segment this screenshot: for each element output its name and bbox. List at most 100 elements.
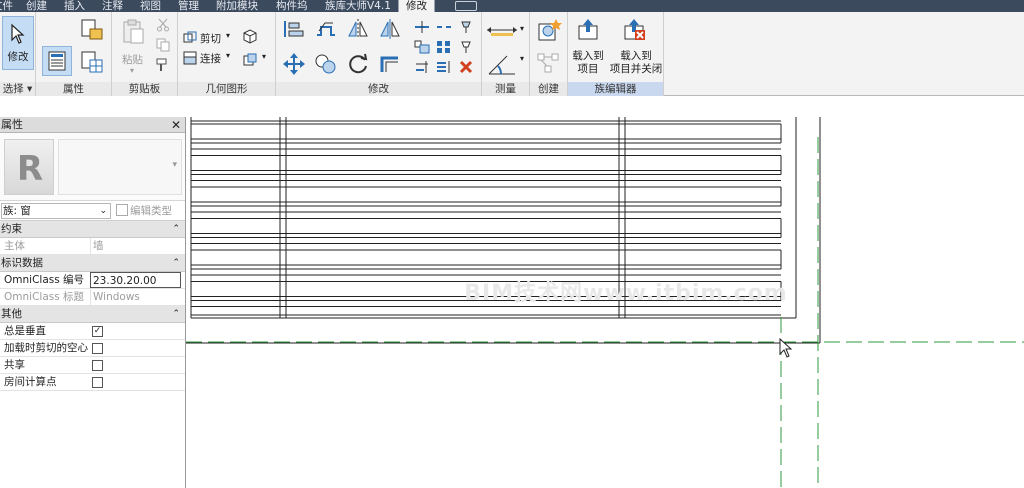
unpin-button[interactable] xyxy=(456,38,476,56)
family-types-button[interactable] xyxy=(78,48,106,76)
create-similar-button[interactable] xyxy=(534,16,564,44)
cut-button[interactable] xyxy=(154,16,172,34)
delete-button[interactable] xyxy=(456,58,476,76)
property-cut-with-voids: 加载时剪切的空心 xyxy=(0,340,185,357)
rotate-button[interactable] xyxy=(344,50,372,78)
scale-button[interactable] xyxy=(412,38,432,56)
tab-file[interactable]: 文件 xyxy=(0,0,13,12)
copy-circles-icon xyxy=(315,54,336,74)
cut-geometry-dropdown-icon[interactable]: ▾ xyxy=(226,31,230,40)
edit-type-icon xyxy=(116,204,128,216)
split-face-button[interactable] xyxy=(240,50,260,70)
pin-button[interactable] xyxy=(456,18,476,36)
measure-dropdown-icon[interactable]: ▾ xyxy=(520,24,524,33)
edit-type-button[interactable]: 编辑类型 xyxy=(116,203,172,219)
tab-component-dock[interactable]: 构件坞 xyxy=(276,0,308,12)
paste-button[interactable] xyxy=(118,16,148,48)
host-label: 主体 xyxy=(4,240,25,252)
load-into-project-label-1: 载入到 xyxy=(572,50,604,62)
section-constraints[interactable]: 约束 ⌃ xyxy=(0,221,185,238)
offset-button[interactable] xyxy=(312,16,340,42)
cut-geometry-button[interactable]: 剪切 xyxy=(200,31,221,46)
mirror-draw-icon xyxy=(380,19,400,39)
shared-label: 共享 xyxy=(4,359,25,371)
paintbrush-icon xyxy=(156,58,167,71)
omniclass-title-label: OmniClass 标题 xyxy=(4,291,85,303)
property-always-vertical: 总是垂直 ✓ xyxy=(0,323,185,340)
close-icon[interactable]: ✕ xyxy=(171,117,181,133)
tab-family-library[interactable]: 族库大师V4.1 xyxy=(325,0,391,12)
tab-create[interactable]: 创建 xyxy=(26,0,47,12)
drawing-canvas[interactable]: BIM技术网www.itbim.com xyxy=(186,117,1024,488)
measure-distance-button[interactable] xyxy=(484,20,520,40)
move-arrows-icon xyxy=(283,53,305,75)
property-omniclass-title: OmniClass 标题 Windows xyxy=(0,289,185,306)
family-type-dropdown[interactable]: 族: 窗 ⌄ xyxy=(1,203,111,219)
join-geometry-dropdown-icon[interactable]: ▾ xyxy=(226,51,230,60)
trim-multiple-button[interactable] xyxy=(434,58,454,76)
load-and-close-icon xyxy=(620,16,648,42)
tab-view[interactable]: 视图 xyxy=(140,0,161,12)
panel-label-properties: 属性 xyxy=(36,82,111,96)
paste-dropdown-icon[interactable]: ▾ xyxy=(130,66,134,75)
ribbon-options-toggle[interactable] xyxy=(455,1,477,11)
panel-properties: 属性 xyxy=(36,12,112,96)
mirror-draw-axis-button[interactable] xyxy=(376,16,404,42)
create-similar-icon xyxy=(538,19,562,41)
move-button[interactable] xyxy=(280,50,308,78)
watermark-text: BIM技术网www.itbim.com xyxy=(464,281,787,306)
cut-geometry-icon xyxy=(182,30,198,46)
dimension-dropdown-icon[interactable]: ▾ xyxy=(520,54,524,63)
shared-checkbox[interactable] xyxy=(92,360,103,371)
tab-manage[interactable]: 管理 xyxy=(178,0,199,12)
mirror-pick-axis-button[interactable] xyxy=(344,16,372,42)
properties-button[interactable] xyxy=(42,46,72,76)
modify-button[interactable]: 修改 xyxy=(2,16,34,70)
rotate-icon xyxy=(349,53,368,74)
join-geometry-button[interactable]: 连接 xyxy=(200,51,221,66)
group-button[interactable] xyxy=(534,50,564,78)
properties-title: 属性 xyxy=(1,118,23,131)
family-category-button[interactable] xyxy=(78,16,106,44)
split-element-button[interactable] xyxy=(412,18,432,36)
panel-label-select[interactable]: 选择 ▾ xyxy=(0,82,35,96)
revit-logo-icon: R xyxy=(4,139,54,195)
type-selector-list[interactable]: ▾ xyxy=(58,139,182,195)
properties-title-bar: 属性 ✕ xyxy=(0,117,185,133)
type-list-dropdown-icon[interactable]: ▾ xyxy=(172,160,177,170)
omniclass-number-field[interactable]: 23.30.20.00 xyxy=(90,272,181,288)
tab-annotate[interactable]: 注释 xyxy=(102,0,123,12)
trim-extend-corner-button[interactable] xyxy=(376,50,404,78)
copy-element-button[interactable] xyxy=(312,50,340,78)
panel-family-editor: 载入到 项目 载入到 项目并关闭 族编辑器 xyxy=(568,12,664,96)
align-button[interactable] xyxy=(280,16,308,42)
collapse-icon: ⌃ xyxy=(172,224,180,234)
edit-type-label: 编辑类型 xyxy=(130,205,172,217)
cut-with-voids-checkbox[interactable] xyxy=(92,343,103,354)
copy-button[interactable] xyxy=(154,36,172,54)
section-other[interactable]: 其他 ⌃ xyxy=(0,306,185,323)
aligned-dimension-button[interactable] xyxy=(484,50,520,78)
svg-text:R: R xyxy=(17,149,43,189)
section-constraints-label: 约束 xyxy=(1,223,22,235)
tab-addins[interactable]: 附加模块 xyxy=(216,0,258,12)
load-into-project-label-2: 项目 xyxy=(577,63,599,75)
always-vertical-checkbox[interactable]: ✓ xyxy=(92,326,103,337)
tab-insert[interactable]: 插入 xyxy=(64,0,85,12)
ribbon: 修改 选择 ▾ 属性 粘贴 ▾ 剪贴板 剪切 ▾ 连接 ▾ ▾ 几何图形 修改 … xyxy=(0,12,1024,96)
cope-button[interactable] xyxy=(240,26,260,46)
room-calc-label: 房间计算点 xyxy=(4,376,57,388)
trim-single-button[interactable] xyxy=(412,58,432,76)
array-button[interactable] xyxy=(434,38,454,56)
room-calc-checkbox[interactable] xyxy=(92,377,103,388)
scale-icon xyxy=(414,40,430,54)
split-face-dropdown-icon[interactable]: ▾ xyxy=(262,52,266,61)
match-properties-button[interactable] xyxy=(154,56,172,74)
split-gap-button[interactable] xyxy=(434,18,454,36)
load-into-project-button[interactable]: 载入到 项目 xyxy=(568,50,608,76)
measure-icon xyxy=(487,27,517,36)
type-preview-area: R ▾ xyxy=(0,133,185,201)
cut-with-voids-label: 加载时剪切的空心 xyxy=(4,342,88,354)
section-identity-data[interactable]: 标识数据 ⌃ xyxy=(0,255,185,272)
load-and-close-button[interactable]: 载入到 项目并关闭 xyxy=(608,50,664,76)
